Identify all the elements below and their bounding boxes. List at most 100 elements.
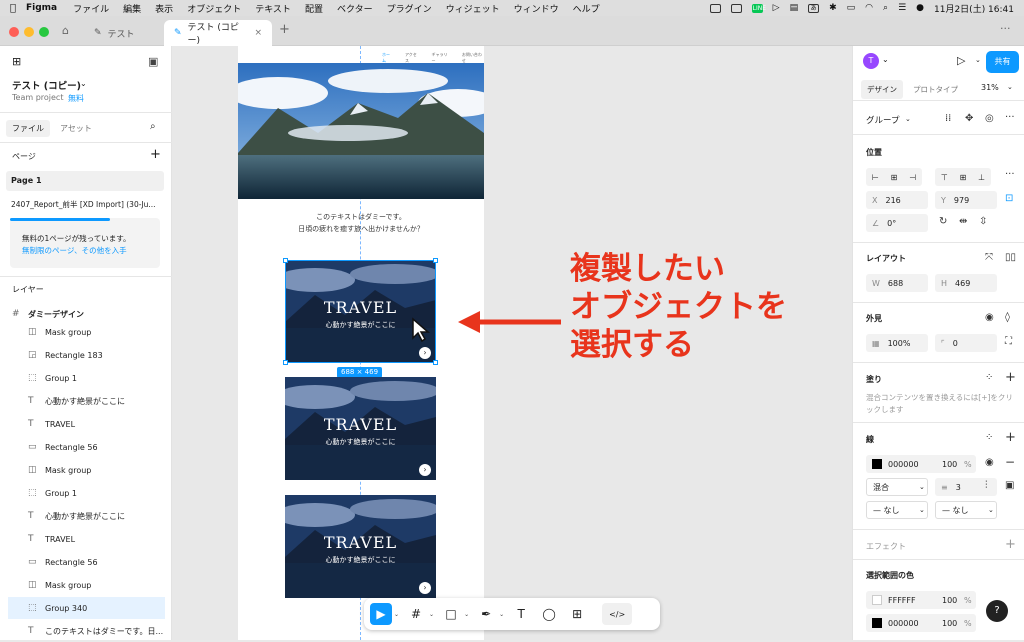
help-button[interactable]: ?: [986, 600, 1008, 622]
width-field[interactable]: W 688: [866, 274, 928, 292]
promo-link[interactable]: 無制限のページ、その他を入手: [22, 245, 127, 256]
eye-icon[interactable]: ◉: [985, 457, 994, 468]
wifi-icon[interactable]: ◠: [865, 3, 873, 13]
battery-icon[interactable]: ▭: [847, 3, 856, 13]
search-icon[interactable]: ⌕: [883, 3, 888, 13]
stroke-start-select[interactable]: — なし ⌄: [866, 501, 928, 519]
travel-card-3[interactable]: TRAVEL 心動かす絶景がここに ›: [285, 495, 436, 598]
remove-stroke-button[interactable]: −: [1005, 455, 1015, 469]
layer-group-selected[interactable]: ⬚ Group 340: [8, 597, 165, 619]
menu-app-figma[interactable]: Figma: [26, 3, 57, 13]
color-swatch[interactable]: [872, 459, 882, 469]
blend-icon[interactable]: ◊: [1005, 312, 1010, 323]
arrow-right-icon[interactable]: ›: [419, 464, 431, 476]
hero-image[interactable]: [238, 63, 484, 199]
tray-drive-icon[interactable]: [730, 3, 742, 13]
resize-icon[interactable]: ⤧: [985, 252, 993, 263]
travel-card-2[interactable]: TRAVEL 心動かす絶景がここに ›: [285, 377, 436, 480]
avatar[interactable]: T: [863, 53, 879, 69]
team-name[interactable]: Team project: [12, 93, 63, 102]
home-icon[interactable]: ⌂: [62, 24, 69, 37]
menu-arrange[interactable]: 配置: [305, 2, 323, 15]
component-icon[interactable]: ✥: [965, 113, 973, 124]
styles-icon[interactable]: ⁘: [985, 372, 993, 383]
align-top-icon[interactable]: ⊤: [941, 173, 948, 182]
add-fill-button[interactable]: +: [1005, 370, 1016, 385]
chevron-down-icon[interactable]: ⌄: [394, 611, 399, 618]
layer-text[interactable]: T TRAVEL: [8, 413, 165, 435]
comment-tool-button[interactable]: ◯: [538, 603, 560, 625]
color-swatch[interactable]: [872, 595, 882, 605]
more-icon[interactable]: ···: [1005, 112, 1015, 123]
more-icon[interactable]: ···: [1005, 169, 1015, 180]
align-center-h-icon[interactable]: ⊞: [891, 173, 898, 182]
layer-mask-group[interactable]: ◫ Mask group: [8, 321, 165, 343]
menu-text[interactable]: テキスト: [255, 2, 291, 15]
chevron-down-icon[interactable]: ⌄: [905, 115, 911, 123]
chevron-down-icon[interactable]: ⌄: [882, 55, 889, 64]
chevron-down-icon[interactable]: ⌄: [499, 611, 504, 618]
minimize-window-button[interactable]: [24, 27, 34, 37]
constraints-icon[interactable]: ⊡: [1005, 193, 1013, 204]
figma-menu-icon[interactable]: ⊞: [12, 55, 21, 68]
control-center-icon[interactable]: ☰: [898, 3, 906, 13]
layer-text[interactable]: T TRAVEL: [8, 528, 165, 550]
page-item-1[interactable]: Page 1: [6, 171, 164, 191]
add-page-button[interactable]: +: [150, 147, 161, 162]
height-field[interactable]: H 469: [935, 274, 997, 292]
flip-vertical-icon[interactable]: ⇳: [979, 216, 987, 227]
ime-icon[interactable]: あ: [808, 3, 820, 13]
independent-corners-icon[interactable]: ⛶: [1005, 336, 1012, 347]
close-window-button[interactable]: [9, 27, 19, 37]
tab-prototype[interactable]: プロトタイプ: [913, 84, 958, 95]
chevron-down-icon[interactable]: ⌄: [429, 611, 434, 618]
corner-radius-field[interactable]: ⌜ 0: [935, 334, 997, 352]
color-swatch[interactable]: [872, 618, 882, 628]
selection-color-1[interactable]: FFFFFF 100 %: [866, 591, 976, 609]
opacity-field[interactable]: ▦ 100%: [866, 334, 928, 352]
canvas[interactable]: ホーム アクセス ギャラリー お問い合わせ このテキストはダミーです。 日頃の疲…: [172, 46, 852, 640]
tab-design[interactable]: デザイン: [861, 80, 903, 99]
layer-type-selector[interactable]: グループ: [866, 114, 900, 126]
search-icon[interactable]: ⌕: [150, 121, 156, 132]
tab-assets[interactable]: アセット: [60, 123, 92, 134]
stroke-weight-field[interactable]: ≡ 3: [935, 478, 997, 496]
clock[interactable]: 11月2日(土) 16:41: [934, 2, 1014, 15]
rotation-field[interactable]: ∠ 0°: [866, 214, 928, 232]
layer-text[interactable]: T 心動かす絶景がここに: [8, 390, 165, 412]
dev-mode-toggle[interactable]: </>: [602, 603, 633, 625]
more-icon[interactable]: ···: [1000, 22, 1011, 35]
grid-icon[interactable]: ⁞⁞: [945, 113, 951, 124]
selection-handle[interactable]: [433, 258, 438, 263]
tab-test-copy[interactable]: ✎ テスト (コピー) ×: [164, 20, 272, 46]
individual-strokes-icon[interactable]: ▣: [1005, 480, 1014, 491]
menu-edit[interactable]: 編集: [123, 2, 141, 15]
siri-icon[interactable]: ●: [916, 3, 924, 13]
layer-group[interactable]: ⬚ Group 1: [8, 367, 165, 389]
apple-menu-icon[interactable]: : [0, 3, 26, 14]
menu-widgets[interactable]: ウィジェット: [446, 2, 500, 15]
selection-handle[interactable]: [433, 360, 438, 365]
flip-horizontal-icon[interactable]: ⇹: [959, 216, 967, 227]
menu-plugins[interactable]: プラグイン: [387, 2, 432, 15]
menu-window[interactable]: ウィンドウ: [514, 2, 559, 15]
arrow-right-icon[interactable]: ›: [419, 582, 431, 594]
share-button[interactable]: 共有: [986, 51, 1019, 73]
rectangle-tool-button[interactable]: □: [440, 603, 462, 625]
tab-file[interactable]: ファイル: [6, 120, 50, 137]
chevron-down-icon[interactable]: ⌄: [1007, 83, 1013, 91]
close-tab-icon[interactable]: ×: [254, 28, 262, 38]
align-center-v-icon[interactable]: ⊞: [960, 173, 967, 182]
stroke-color-field[interactable]: 000000 100 %: [866, 455, 976, 473]
layer-mask-group[interactable]: ◫ Mask group: [8, 574, 165, 596]
zoom-window-button[interactable]: [39, 27, 49, 37]
panel-toggle-icon[interactable]: ▣: [148, 55, 158, 68]
selection-color-2[interactable]: 000000 100 %: [866, 614, 976, 632]
menu-file[interactable]: ファイル: [73, 2, 109, 15]
layer-rectangle[interactable]: ▭ Rectangle 56: [8, 436, 165, 458]
chevron-down-icon[interactable]: ⌄: [975, 56, 981, 64]
rotate-icon[interactable]: ↻: [939, 216, 947, 227]
styles-icon[interactable]: ⁘: [985, 432, 993, 443]
layer-group[interactable]: ⬚ Group 1: [8, 482, 165, 504]
menu-object[interactable]: オブジェクト: [187, 2, 241, 15]
